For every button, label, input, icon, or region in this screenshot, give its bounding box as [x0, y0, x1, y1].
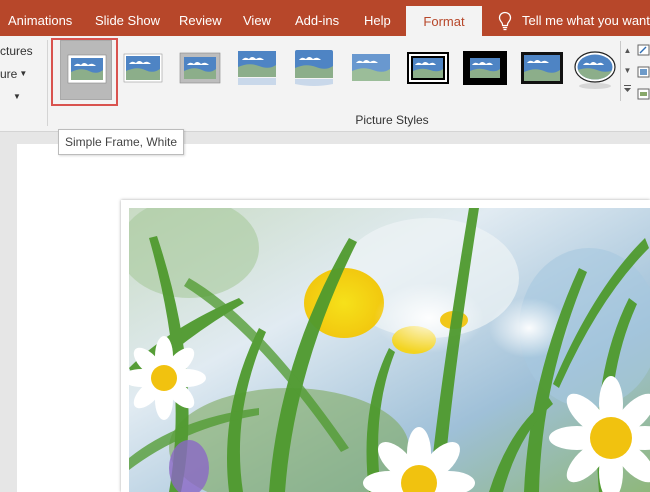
chevron-up-icon[interactable]: ▲ — [621, 41, 634, 60]
style-double-frame-black[interactable] — [402, 40, 454, 100]
flower-photo[interactable] — [129, 208, 650, 492]
thick-matte-black-icon — [463, 51, 507, 85]
style-soft-edge-rectangle[interactable] — [345, 40, 397, 100]
group-label-picture-styles: Picture Styles — [355, 113, 429, 127]
soft-edge-icon — [123, 53, 163, 83]
style-reflected-rectangle[interactable] — [231, 40, 283, 100]
reflected-soft-edge-icon — [238, 51, 276, 85]
style-thick-matte-black[interactable] — [459, 40, 511, 100]
oval-icon — [574, 51, 616, 89]
picture-tool-3[interactable]: ▼ — [11, 90, 21, 104]
chevron-down-icon: ▼ — [13, 92, 21, 101]
reflected-rounded-icon — [295, 50, 333, 86]
soft-edge-rectangle-icon — [352, 54, 390, 81]
simple-frame-white-icon — [67, 54, 107, 84]
style-simple-frame-black[interactable] — [516, 40, 568, 100]
picture-tool-1-label: ctures — [0, 44, 33, 58]
style-metal-frame[interactable] — [174, 40, 226, 100]
style-simple-frame-white[interactable] — [60, 40, 112, 100]
picture-styles-gallery — [55, 40, 620, 100]
ribbon-body: ctures ure ▼ ▼ ▲ ▼ Picture Styles — [0, 36, 650, 132]
tooltip: Simple Frame, White — [58, 129, 185, 155]
style-reflected-rounded[interactable] — [288, 40, 340, 100]
picture-tool-1[interactable]: ctures — [0, 44, 33, 58]
lightbulb-icon[interactable] — [498, 11, 512, 31]
gallery-more-icon[interactable] — [621, 81, 634, 100]
picture-options-icons — [637, 44, 650, 109]
picture-tool-2[interactable]: ure ▼ — [0, 67, 27, 81]
chevron-down-icon: ▼ — [19, 69, 28, 78]
chevron-down-icon[interactable]: ▼ — [621, 61, 634, 80]
selected-picture-frame[interactable] — [121, 200, 650, 492]
gallery-scroll: ▲ ▼ — [620, 41, 635, 101]
shadow-rectangle-icon — [179, 52, 221, 84]
style-oval[interactable] — [569, 40, 621, 100]
double-frame-black-icon — [407, 52, 449, 84]
picture-tool-2-label: ure — [0, 67, 18, 81]
style-soft-edge[interactable] — [117, 40, 169, 100]
simple-frame-black-icon — [521, 52, 563, 84]
